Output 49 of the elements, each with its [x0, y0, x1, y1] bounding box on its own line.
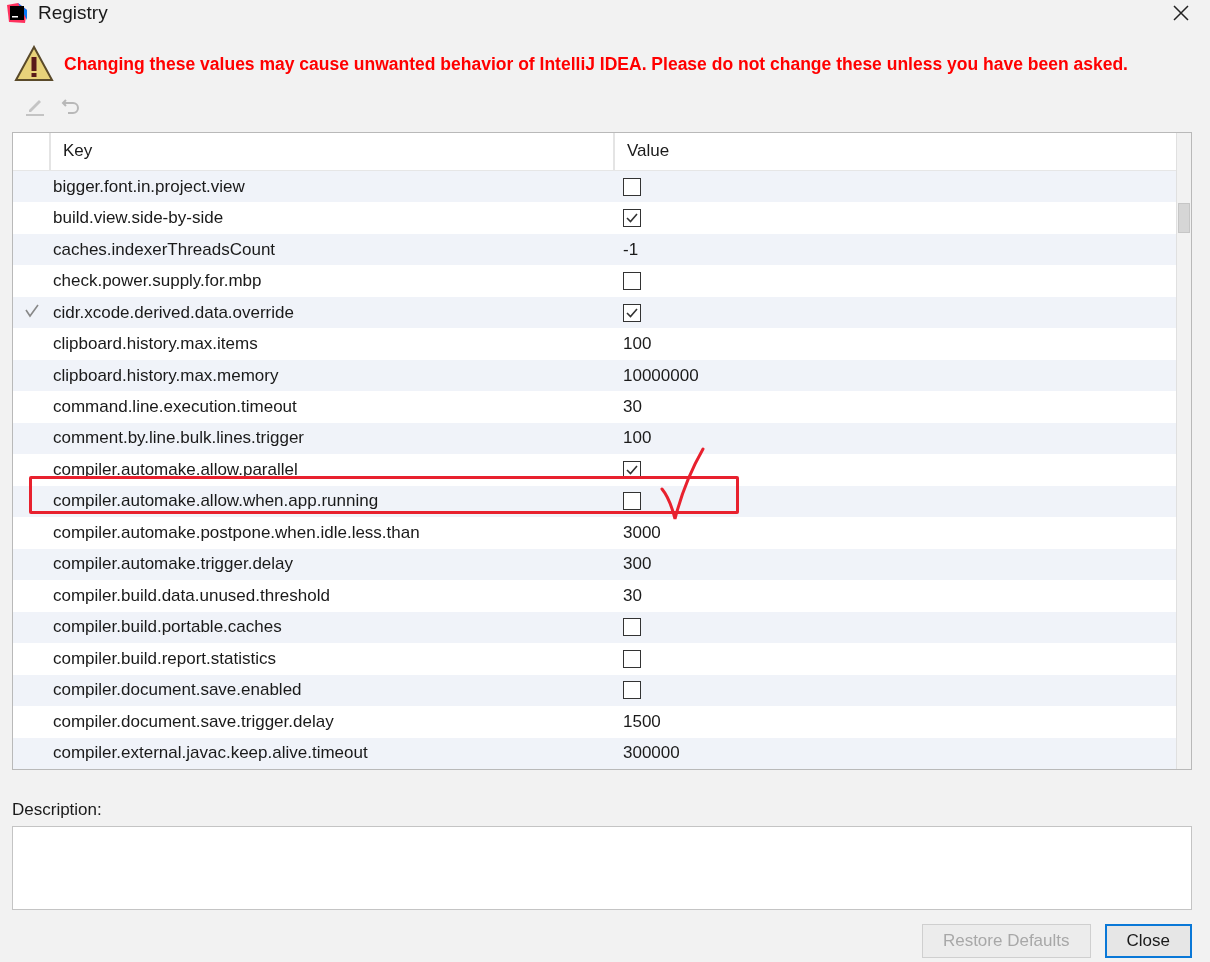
column-header[interactable]: Key [49, 133, 613, 170]
key-text: compiler.build.portable.caches [53, 617, 283, 638]
value-text: 10000000 [623, 365, 699, 385]
value-text: -1 [623, 239, 639, 259]
key-text: comment.by.line.bulk.lines.trigger [53, 428, 305, 449]
value-text: 100 [623, 334, 652, 354]
key-text: compiler.external.javac.keep.alive.timeout [53, 743, 369, 764]
key-text: compiler.automake.postpone.when.idle.less.than [53, 522, 421, 543]
app-logo-icon [6, 2, 28, 24]
warning-text: Changing these values may cause unwanted behavior of IntelliJ IDEA. Please do not change these unless you have been asked. [64, 53, 1128, 75]
key-text: compiler.document.save.trigger.delay [53, 711, 335, 732]
key-text: compiler.automake.trigger.delay [53, 554, 295, 575]
value-text: 300000 [623, 743, 680, 763]
key-text: bigger.font.in.project.view [53, 176, 246, 197]
key-text: build.view.side-by-side [53, 208, 225, 229]
window-title: Registry [38, 2, 108, 24]
checkbox[interactable] [623, 618, 641, 637]
key-text: compiler.automake.allow.parallel [53, 459, 299, 480]
dialog-button[interactable]: Close [1104, 924, 1192, 958]
modified-check-icon [25, 304, 39, 319]
warning-icon [14, 45, 54, 83]
description-field[interactable] [12, 826, 1192, 910]
value-text: 100 [623, 428, 652, 448]
scrollbar-thumb[interactable] [1178, 203, 1190, 233]
value-text: 300 [623, 554, 652, 574]
value-text: 3000 [623, 522, 661, 542]
value-text: 30 [623, 585, 642, 605]
key-text: clipboard.history.max.items [53, 334, 259, 355]
description-label: Description: [12, 800, 103, 820]
value-text: 1500 [623, 711, 661, 731]
checkbox[interactable] [623, 209, 641, 228]
checkbox[interactable] [623, 272, 641, 291]
key-text: command.line.execution.timeout [53, 397, 298, 417]
scrollbar[interactable] [1176, 133, 1191, 769]
key-text: compiler.document.save.enabled [53, 680, 303, 701]
checkbox[interactable] [623, 681, 641, 700]
checkbox[interactable] [623, 649, 641, 668]
value-text: 30 [623, 397, 642, 416]
key-text: compiler.automake.allow.when.app.running [53, 491, 380, 512]
key-text: cidr.xcode.derived.data.override [53, 302, 295, 323]
key-text: compiler.build.data.unused.threshold [53, 585, 331, 606]
key-text: clipboard.history.max.memory [53, 365, 280, 386]
key-text: caches.indexerThreadsCount [53, 239, 277, 260]
key-text: check.power.supply.for.mbp [53, 271, 263, 292]
checkbox[interactable] [623, 303, 641, 322]
checkbox[interactable] [623, 177, 641, 196]
checkbox[interactable] [623, 492, 641, 511]
key-text: compiler.build.report.statistics [53, 648, 277, 669]
close-icon[interactable] [1172, 4, 1190, 22]
